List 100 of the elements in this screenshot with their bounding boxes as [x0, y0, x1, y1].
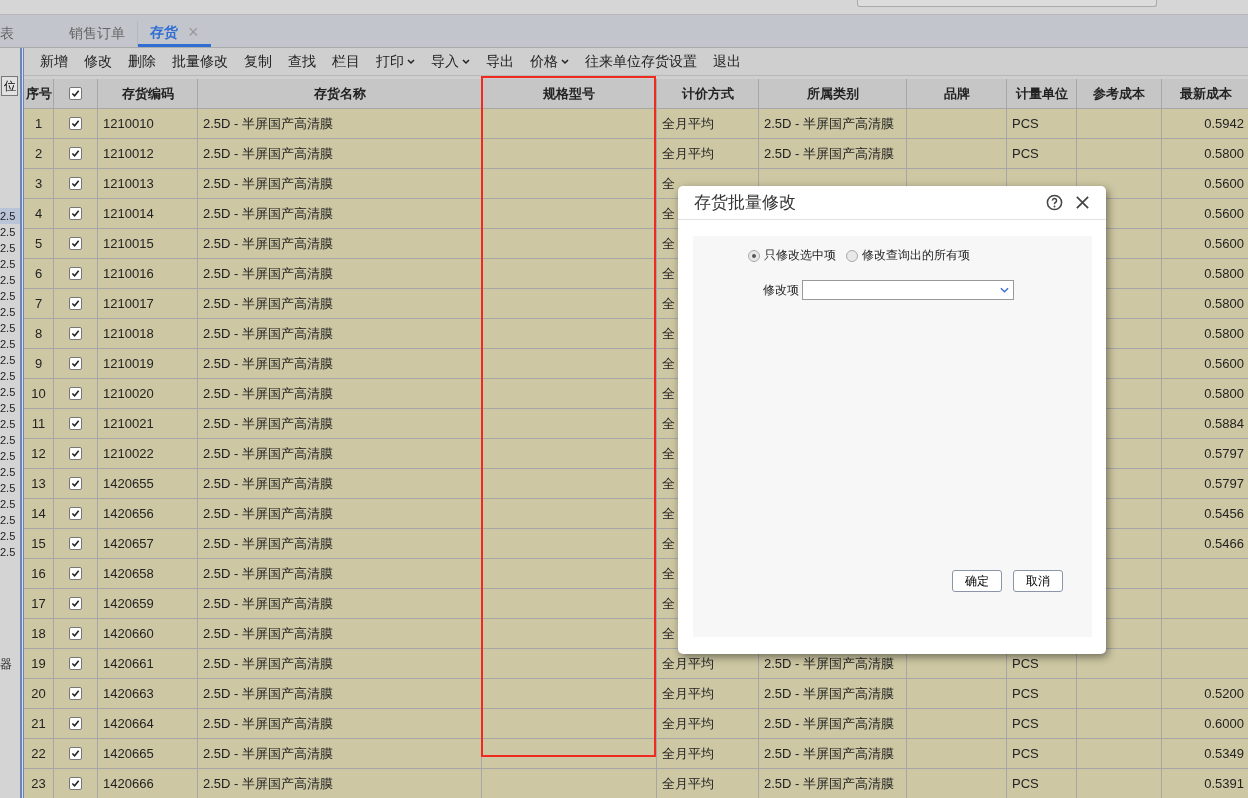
checkbox[interactable] [69, 297, 82, 310]
row-number: 21 [24, 709, 54, 739]
table-cell: 1210020 [98, 379, 198, 409]
checkbox[interactable] [69, 477, 82, 490]
table-cell: 2.5D - 半屏国产高清膜 [198, 379, 482, 409]
toolbar-button[interactable]: 新增 [32, 48, 76, 75]
checkbox[interactable] [69, 417, 82, 430]
panel-button[interactable]: 位 [1, 76, 18, 96]
tree-item[interactable]: 2.5 [0, 304, 20, 320]
checkbox[interactable] [69, 567, 82, 580]
table-cell: 1210016 [98, 259, 198, 289]
column-header: 计价方式 [657, 79, 759, 109]
checkbox[interactable] [69, 657, 82, 670]
checkbox[interactable] [69, 447, 82, 460]
checkbox[interactable] [69, 177, 82, 190]
checkbox[interactable] [69, 117, 82, 130]
tree-item[interactable]: 2.5 [0, 512, 20, 528]
toolbar-button[interactable]: 栏目 [324, 48, 368, 75]
tree-item[interactable]: 2.5 [0, 528, 20, 544]
toolbar-button[interactable]: 导出 [478, 48, 522, 75]
tree-item[interactable]: 2.5 [0, 432, 20, 448]
tree-item[interactable]: 2.5 [0, 384, 20, 400]
tree-item[interactable]: 2.5 [0, 480, 20, 496]
tree-item[interactable]: 2.5 [0, 368, 20, 384]
row-number: 19 [24, 649, 54, 679]
table-cell: 2.5D - 半屏国产高清膜 [198, 769, 482, 798]
checkbox[interactable] [69, 237, 82, 250]
table-cell: 1210015 [98, 229, 198, 259]
table-cell: 1420664 [98, 709, 198, 739]
table-cell: 0.5600 [1162, 349, 1248, 379]
table-cell: 2.5D - 半屏国产高清膜 [198, 499, 482, 529]
toolbar-button[interactable]: 退出 [705, 48, 749, 75]
table-cell: 全月平均 [657, 109, 759, 139]
table-cell: 1210010 [98, 109, 198, 139]
tree-item[interactable]: 2.5 [0, 256, 20, 272]
checkbox[interactable] [69, 747, 82, 760]
toolbar-button[interactable]: 打印 [368, 48, 423, 75]
table-cell: 2.5D - 半屏国产高清膜 [198, 409, 482, 439]
checkbox[interactable] [69, 207, 82, 220]
close-icon[interactable] [1075, 195, 1090, 210]
toolbar-button[interactable]: 删除 [120, 48, 164, 75]
caret-icon [407, 58, 415, 65]
dialog-button[interactable]: 取消 [1013, 570, 1063, 592]
tree-item[interactable]: 2.5 [0, 272, 20, 288]
tree-item[interactable]: 2.5 [0, 544, 20, 560]
checkbox[interactable] [69, 267, 82, 280]
table-cell: 1420656 [98, 499, 198, 529]
checkbox[interactable] [69, 507, 82, 520]
table-cell: 全月平均 [657, 679, 759, 709]
toolbar-button[interactable]: 导入 [423, 48, 478, 75]
table-cell: 2.5D - 半屏国产高清膜 [759, 769, 907, 798]
tree-item[interactable]: 2.5 [0, 400, 20, 416]
tree-item[interactable]: 2.5 [0, 240, 20, 256]
checkbox[interactable] [69, 327, 82, 340]
checkbox[interactable] [69, 627, 82, 640]
tree-item[interactable]: 器 [0, 656, 14, 673]
row-number: 1 [24, 109, 54, 139]
dialog-button[interactable]: 确定 [952, 570, 1002, 592]
table-cell: 1210022 [98, 439, 198, 469]
table-cell: 2.5D - 半屏国产高清膜 [198, 199, 482, 229]
toolbar-button[interactable]: 价格 [522, 48, 577, 75]
toolbar-button[interactable]: 查找 [280, 48, 324, 75]
checkbox[interactable] [69, 357, 82, 370]
row-number: 15 [24, 529, 54, 559]
dropdown-field[interactable] [802, 280, 1014, 300]
checkbox[interactable] [69, 777, 82, 790]
table-cell: 2.5D - 半屏国产高清膜 [198, 139, 482, 169]
tree-item[interactable]: 2.5 [0, 224, 20, 240]
table-cell: 2.5D - 半屏国产高清膜 [198, 109, 482, 139]
checkbox[interactable] [69, 597, 82, 610]
tree-item[interactable]: 2.5 [0, 336, 20, 352]
toolbar-button[interactable]: 批量修改 [164, 48, 236, 75]
table-cell: 全月平均 [657, 769, 759, 798]
tree-item[interactable]: 2.5 [0, 464, 20, 480]
tree-item[interactable]: 2.5 [0, 448, 20, 464]
table-cell: 2.5D - 半屏国产高清膜 [198, 229, 482, 259]
checkbox[interactable] [69, 537, 82, 550]
table-cell: 全月平均 [657, 139, 759, 169]
table-cell: 2.5D - 半屏国产高清膜 [198, 619, 482, 649]
table-cell: 0.6000 [1162, 709, 1248, 739]
radio-button[interactable] [846, 249, 858, 262]
toolbar-button[interactable]: 复制 [236, 48, 280, 75]
caret-icon [561, 58, 569, 65]
checkbox[interactable] [69, 387, 82, 400]
checkbox[interactable] [69, 147, 82, 160]
checkbox[interactable] [69, 87, 82, 100]
toolbar-button[interactable]: 往来单位存货设置 [577, 48, 705, 75]
checkbox[interactable] [69, 717, 82, 730]
tree-item[interactable]: 2.5 [0, 320, 20, 336]
help-icon[interactable] [1046, 194, 1063, 211]
toolbar-button[interactable]: 修改 [76, 48, 120, 75]
column-header: 存货编码 [98, 79, 198, 109]
radio-button[interactable] [748, 249, 760, 262]
tree-item[interactable]: 2.5 [0, 496, 20, 512]
tree-item[interactable]: 2.5 [0, 208, 20, 224]
tree-item[interactable]: 2.5 [0, 416, 20, 432]
tree-item[interactable]: 2.5 [0, 352, 20, 368]
tree-item[interactable]: 2.5 [0, 288, 20, 304]
checkbox[interactable] [69, 687, 82, 700]
tab[interactable]: 表 [0, 21, 26, 47]
